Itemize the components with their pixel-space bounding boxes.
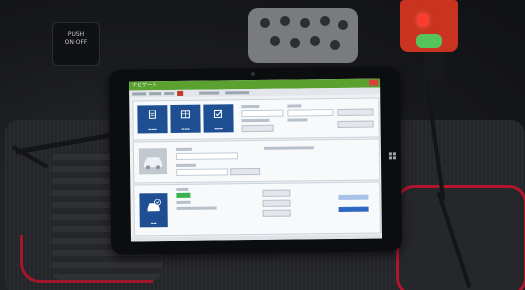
field-label: [287, 104, 302, 108]
led-indicator-icon: [418, 14, 428, 26]
obd-green-cap: [416, 34, 442, 48]
diagnosis-panel: ▬▬: [133, 181, 381, 237]
app-title: ナビゲート: [132, 82, 158, 89]
field-label: [176, 163, 197, 167]
car-icon: [144, 157, 163, 170]
close-button[interactable]: [369, 79, 379, 86]
obd-plug: [425, 52, 445, 82]
camera-icon: [250, 72, 255, 77]
field-label: [241, 104, 260, 109]
service-tile-3[interactable]: ▬▬▬: [203, 104, 234, 133]
vehicle-field[interactable]: [241, 109, 284, 118]
service-tile-2[interactable]: ▬▬▬: [170, 104, 201, 134]
vehicle-tile: [138, 148, 168, 175]
pedal-hole: [310, 36, 320, 46]
alert-icon[interactable]: [177, 90, 184, 96]
primary-button[interactable]: [338, 206, 369, 212]
field-label: [176, 200, 191, 204]
document-icon: [148, 110, 156, 119]
action-button[interactable]: [337, 120, 374, 128]
pedal-hole: [300, 18, 310, 28]
tile-label-1: ▬▬▬: [148, 127, 157, 132]
pedal-hole: [270, 36, 280, 46]
diagnosis-tile[interactable]: ▬▬: [139, 193, 168, 228]
secondary-button[interactable]: [338, 194, 369, 200]
pedal-hole: [280, 16, 290, 26]
action-button[interactable]: [337, 108, 374, 116]
vehicle-field[interactable]: [287, 109, 334, 117]
pedal-hole: [330, 40, 340, 50]
info-field[interactable]: [176, 168, 229, 176]
status-indicator: [176, 192, 191, 198]
menu-item[interactable]: [199, 91, 220, 95]
tile-label-3: ▬▬▬: [214, 126, 223, 131]
action-button[interactable]: [262, 209, 291, 217]
pedal-hole: [338, 20, 348, 30]
result-value: [176, 206, 217, 210]
action-button[interactable]: [241, 124, 274, 133]
field-label: [241, 118, 270, 123]
menu-item[interactable]: [225, 91, 250, 95]
field-label: [175, 147, 192, 151]
info-field[interactable]: [175, 152, 238, 160]
push-label-line1: PUSH: [67, 31, 85, 38]
push-label-line2: ON·OFF: [64, 39, 88, 46]
action-button[interactable]: [262, 199, 291, 207]
pedal-hole: [290, 38, 300, 48]
car-checkmark-icon: [147, 199, 161, 212]
field-label: [287, 118, 308, 122]
action-button[interactable]: [230, 167, 261, 176]
tablet-screen: ナビゲート ▬▬▬ ▬▬▬ ▬▬▬ ▬▬: [129, 78, 382, 242]
vehicle-info-panel: [132, 138, 381, 184]
service-panel: ▬▬▬ ▬▬▬ ▬▬▬: [132, 97, 380, 141]
menu-item[interactable]: [132, 92, 147, 96]
menu-item[interactable]: [149, 92, 162, 96]
car-footwell-photo: PUSH ON·OFF ナビゲート ▬▬▬ ▬▬▬ ▬▬▬ ▬▬: [0, 0, 525, 290]
mat-red-trim-right: [396, 185, 525, 290]
field-label: [176, 187, 189, 191]
info-note: [263, 146, 314, 150]
table-icon: [180, 110, 190, 119]
push-label: PUSH ON·OFF: [53, 31, 99, 47]
engine-start-button: PUSH ON·OFF: [52, 22, 100, 66]
pedal-hole: [260, 18, 270, 28]
tile-label-2: ▬▬▬: [181, 126, 190, 131]
obd-dongle: [400, 0, 458, 52]
action-button[interactable]: [262, 189, 291, 197]
menu-item[interactable]: [164, 91, 175, 96]
tablet: ナビゲート ▬▬▬ ▬▬▬ ▬▬▬ ▬▬: [108, 66, 403, 255]
pedal-hole: [320, 16, 330, 26]
windows-logo-icon[interactable]: [388, 152, 396, 160]
diagnosis-tile-label: ▬▬: [150, 221, 157, 226]
service-tile-1[interactable]: ▬▬▬: [137, 105, 168, 134]
accelerator-pedal: [248, 8, 358, 63]
checklist-icon: [213, 109, 222, 119]
